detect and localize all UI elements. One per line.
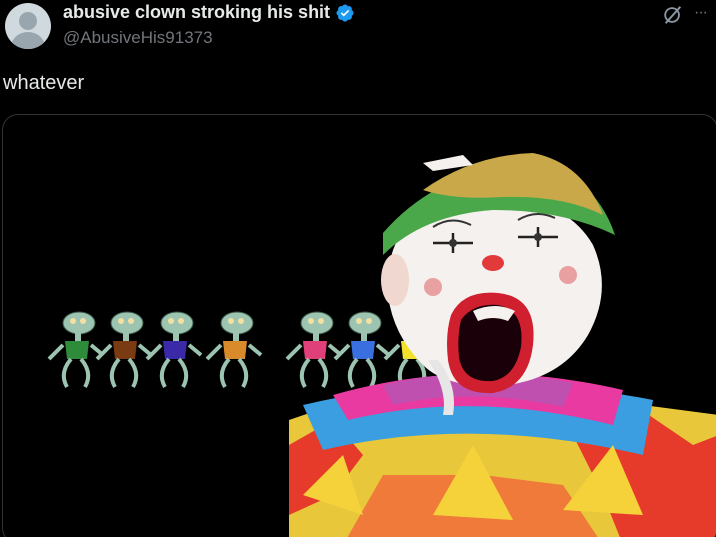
- tweet: abusive clown stroking his shit @Abusive…: [0, 0, 716, 537]
- grok-icon[interactable]: [662, 4, 684, 26]
- squidward-figure: [333, 311, 391, 388]
- author-row: abusive clown stroking his shit: [63, 2, 355, 23]
- display-name[interactable]: abusive clown stroking his shit: [63, 2, 330, 23]
- meme-image: [47, 153, 716, 537]
- squidward-figure: [95, 311, 153, 388]
- verified-badge-icon[interactable]: [335, 3, 355, 23]
- handle[interactable]: @AbusiveHis91373: [63, 28, 213, 48]
- media-image[interactable]: [2, 114, 716, 537]
- squidward-figure: [205, 311, 263, 388]
- more-horizontal-icon[interactable]: ···: [694, 5, 716, 23]
- squidward-figure: [47, 311, 105, 388]
- squidward-figure: [145, 311, 203, 388]
- squidward-figure: [285, 311, 343, 388]
- tweet-text: whatever: [3, 72, 85, 94]
- default-avatar-icon: [19, 12, 37, 30]
- avatar[interactable]: [5, 3, 51, 49]
